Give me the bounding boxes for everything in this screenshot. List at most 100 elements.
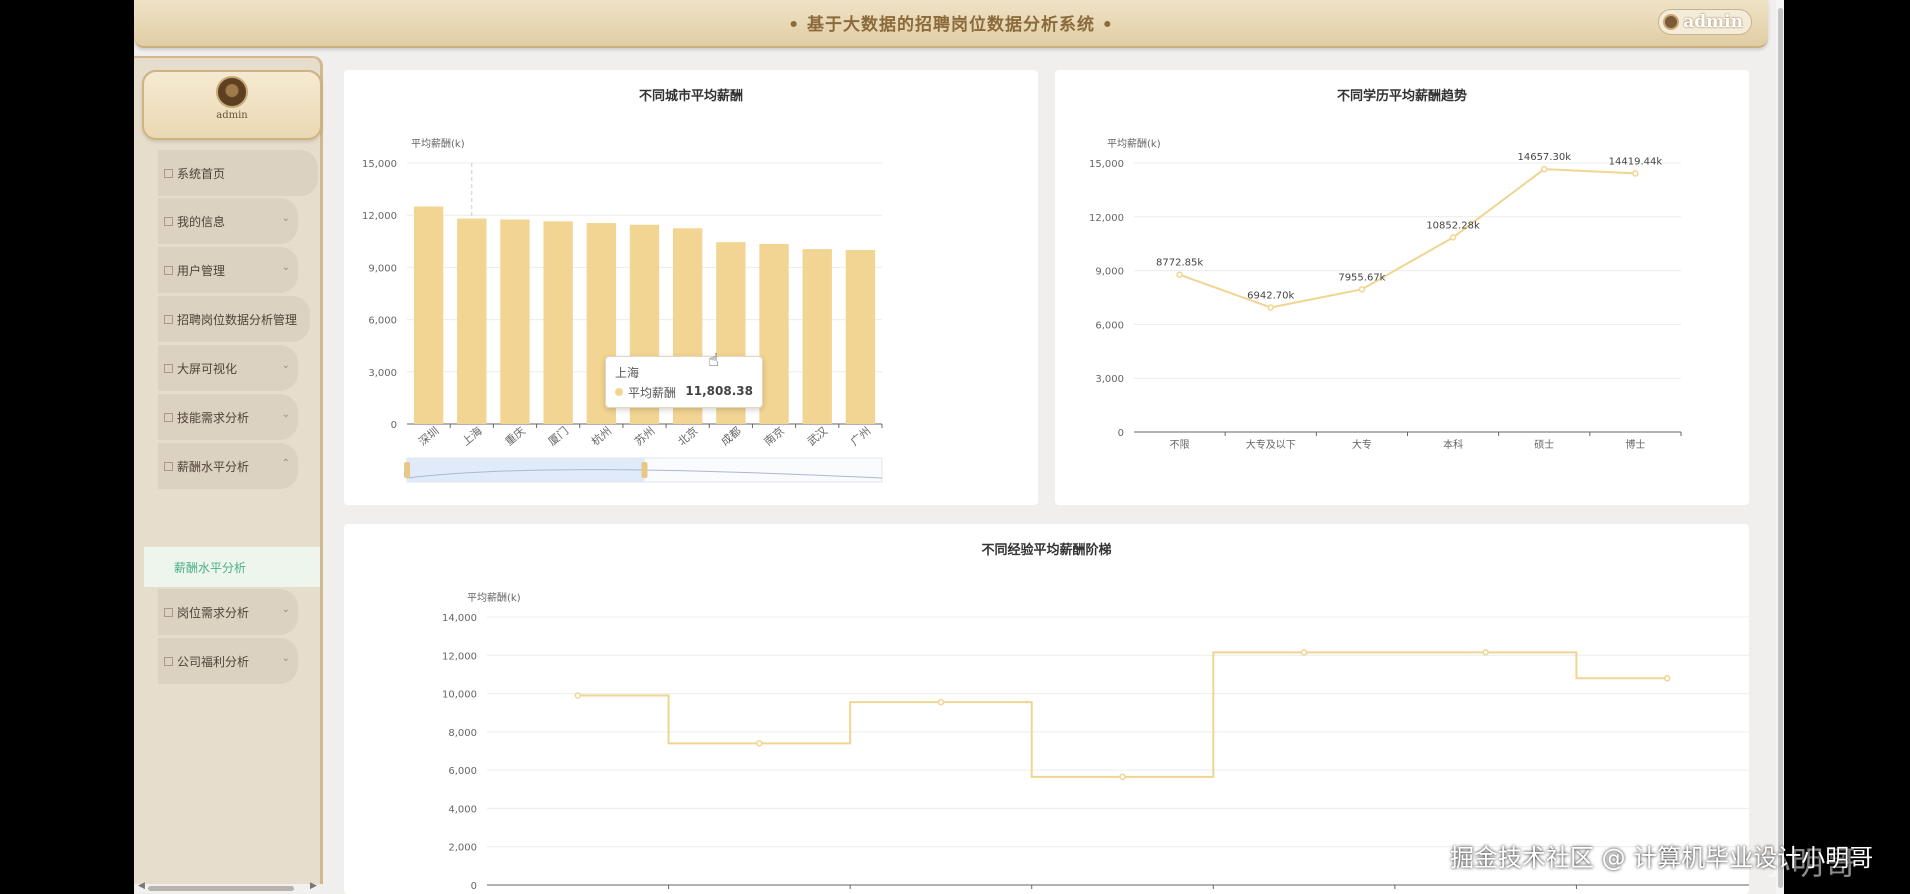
sidebar-item-user-management[interactable]: 用户管理 ⌄ <box>158 247 298 293</box>
y-tick-label: 6,000 <box>368 316 397 327</box>
chevron-down-icon: ⌄ <box>281 653 290 664</box>
vertical-scrollbar[interactable] <box>1776 0 1784 894</box>
sidebar: admin 系统首页 我的信息 ⌄ 用户管理 ⌄ 招聘岗位数据分析管理 大屏可视… <box>134 56 323 884</box>
data-label: 10852.28k <box>1426 220 1480 231</box>
legend-dot-icon <box>615 388 623 396</box>
tooltip-label: 平均薪酬 <box>628 386 677 400</box>
menu-square-icon <box>164 216 173 226</box>
x-tick-label: 杭州 <box>588 424 614 449</box>
sidebar-item-label: 大屏可视化 <box>177 361 238 376</box>
scrollbar-thumb[interactable] <box>148 886 294 891</box>
menu-square-icon <box>164 265 173 275</box>
sidebar-item-big-screen[interactable]: 大屏可视化 ⌄ <box>158 345 298 391</box>
sidebar-item-job-data-management[interactable]: 招聘岗位数据分析管理 <box>158 296 310 342</box>
tooltip-value: 11,808.38 <box>685 384 753 398</box>
data-point <box>1541 165 1548 173</box>
x-tick-label: 深圳 <box>416 424 441 448</box>
data-label: 14657.30k <box>1517 152 1571 163</box>
sidebar-item-job-demand[interactable]: 岗位需求分析 ⌄ <box>158 589 298 635</box>
y-tick-label: 12,000 <box>362 211 397 222</box>
x-tick-label: 上海 <box>459 424 485 449</box>
sidebar-item-label: 用户管理 <box>177 263 226 278</box>
datazoom-handle <box>641 462 648 478</box>
sidebar-item-label: 公司福利分析 <box>177 654 250 669</box>
app-window: • 基于大数据的招聘岗位数据分析系统 • admin admin 系统首页 我的… <box>134 0 1776 894</box>
y-tick-label: 6,000 <box>448 766 477 777</box>
data-label: 7955.67k <box>1338 272 1385 283</box>
data-point <box>1267 304 1274 311</box>
menu-square-icon <box>164 656 173 666</box>
bar <box>845 250 876 424</box>
chevron-down-icon: ⌄ <box>281 604 290 615</box>
education-salary-chart[interactable]: 0 3,000 6,000 9,000 12,000 15,000 平均薪酬(k) 8772.… <box>1055 70 1749 505</box>
x-tick-label: 博士 <box>1625 438 1645 451</box>
data-point <box>1632 170 1639 177</box>
menu-square-icon <box>164 363 173 373</box>
x-tick-label: 大专及以下 <box>1246 438 1296 451</box>
sidebar-item-my-info[interactable]: 我的信息 ⌄ <box>158 198 298 244</box>
data-point <box>1119 773 1126 781</box>
data-point <box>937 698 945 706</box>
y-tick-label: 8,000 <box>448 728 477 739</box>
user-card[interactable]: admin <box>142 70 322 140</box>
chevron-down-icon: ⌄ <box>281 262 290 273</box>
y-axis-label: 平均薪酬(k) <box>411 138 465 150</box>
scroll-right-icon[interactable]: ▶ <box>310 881 317 891</box>
sidebar-item-company-welfare[interactable]: 公司福利分析 ⌄ <box>158 638 298 684</box>
y-tick-label: 9,000 <box>368 263 397 274</box>
y-tick-label: 15,000 <box>1089 159 1124 170</box>
data-point <box>1449 234 1457 241</box>
top-header: • 基于大数据的招聘岗位数据分析系统 • admin <box>134 0 1768 48</box>
sidebar-item-home[interactable]: 系统首页 <box>158 150 318 196</box>
scroll-left-icon[interactable]: ◀ <box>138 881 145 891</box>
hand-cursor-icon: ☝ <box>708 350 719 371</box>
sidebar-item-label: 岗位需求分析 <box>177 605 250 620</box>
sidebar-item-skill-analysis[interactable]: 技能需求分析 ⌄ <box>158 394 298 440</box>
sidebar-item-label: 系统首页 <box>177 166 226 181</box>
bar <box>457 218 487 424</box>
data-point <box>1358 286 1366 293</box>
city-salary-chart[interactable]: 03,0006,0009,00012,00015,000平均薪酬(k)深圳 上海重… <box>344 70 1038 505</box>
bar <box>543 221 573 424</box>
y-axis-label: 平均薪酬(k) <box>467 592 521 604</box>
x-tick-label: 苏州 <box>632 424 657 448</box>
datazoom-handle <box>404 462 410 478</box>
x-tick-label: 北京 <box>675 424 701 449</box>
series-line <box>1179 168 1636 309</box>
system-title: • 基于大数据的招聘岗位数据分析系统 • <box>788 15 1114 35</box>
tooltip-city: 上海 <box>615 366 640 380</box>
sidebar-user-name: admin <box>216 110 248 121</box>
chevron-down-icon: ⌄ <box>281 360 290 371</box>
y-tick-label: 12,000 <box>1089 213 1124 224</box>
y-tick-label: 6,000 <box>1095 320 1124 331</box>
x-tick-label: 成都 <box>719 424 744 448</box>
y-tick-label: 0 <box>391 420 397 431</box>
y-axis-label: 平均薪酬(k) <box>1107 138 1161 150</box>
data-point <box>574 692 582 699</box>
chevron-up-icon: ⌃ <box>281 458 290 469</box>
x-tick-label: 本科 <box>1443 438 1463 451</box>
chart-tooltip: 上海 平均薪酬 11,808.38 <box>605 356 763 408</box>
horizontal-scrollbar[interactable]: ◀ ▶ <box>136 881 318 892</box>
menu-square-icon <box>164 461 173 471</box>
data-point <box>1176 271 1183 278</box>
scrollbar-thumb[interactable] <box>1778 8 1783 888</box>
x-tick-label: 重庆 <box>502 424 528 449</box>
menu-square-icon <box>164 412 173 422</box>
y-tick-label: 3,000 <box>368 368 397 379</box>
x-tick-label: 硕士 <box>1534 438 1554 451</box>
education-salary-card: 不同学历平均薪酬趋势 0 3,000 6,000 9,000 12,000 15,000 平… <box>1055 70 1749 505</box>
menu-square-icon <box>164 314 173 324</box>
data-point <box>1300 649 1308 656</box>
bar <box>500 219 530 424</box>
sidebar-item-label: 薪酬水平分析 <box>177 459 250 474</box>
x-tick-label: 不限 <box>1170 439 1190 451</box>
submenu-salary-analysis[interactable]: 薪酬水平分析 <box>144 547 320 587</box>
data-point <box>756 740 763 747</box>
sidebar-item-label: 我的信息 <box>177 214 226 229</box>
y-tick-label: 3,000 <box>1095 374 1124 385</box>
sidebar-item-salary-analysis[interactable]: 薪酬水平分析 ⌃ <box>158 443 298 489</box>
y-tick-label: 15,000 <box>362 159 397 170</box>
x-tick-label: 武汉 <box>805 424 830 448</box>
user-menu-button[interactable]: admin <box>1658 9 1752 35</box>
